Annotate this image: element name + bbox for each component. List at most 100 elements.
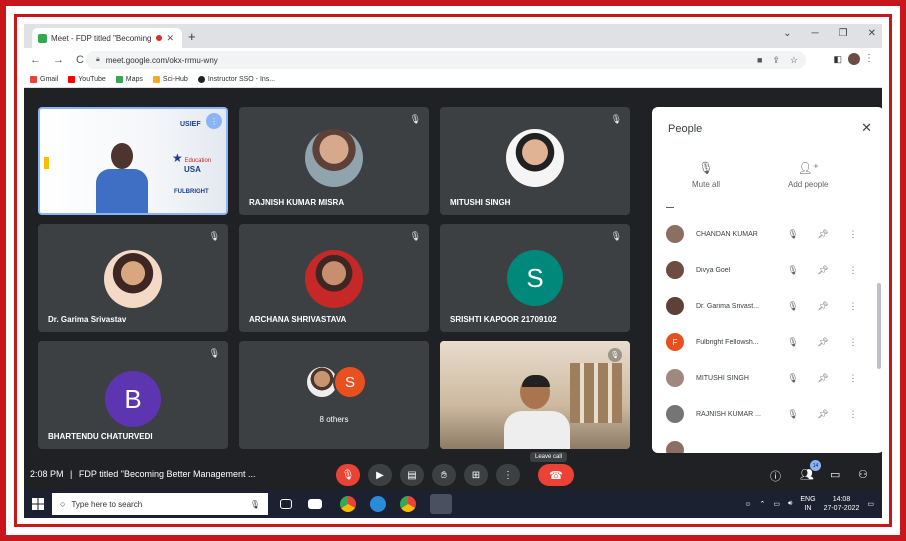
reload-icon[interactable]: C (76, 54, 84, 66)
tab-close-icon[interactable]: ✕ (167, 33, 175, 44)
more-options-button[interactable]: ⋮ (496, 464, 520, 486)
pin-icon[interactable]: 📌︎ (808, 229, 838, 240)
mic-off-icon[interactable]: 🎙︎ (778, 337, 808, 348)
avatar-rajnish (305, 129, 363, 187)
browser-tab[interactable]: Meet - FDP titled "Becoming ✕ (32, 28, 182, 48)
mute-all-button[interactable]: 🎙︎ Mute all (692, 161, 720, 189)
mic-off-icon[interactable]: 🎙︎ (778, 409, 808, 420)
forward-icon[interactable]: → (53, 54, 64, 66)
system-tray: ☺ ⌃ ▭ 🔊︎ ENG IN 14:08 27-07-2022 ▭ (744, 495, 874, 513)
more-options-icon[interactable]: ⋮ (838, 373, 868, 384)
camera-icon[interactable]: ■ (757, 55, 762, 66)
network-icon[interactable]: ▭ (773, 500, 780, 508)
tile-presenter[interactable]: USIEF ★ Education USA FULBRIGHT ⋮ (38, 107, 228, 215)
tab-search-icon[interactable]: ⌄ (783, 28, 791, 39)
star-icon[interactable]: ☆ (790, 55, 798, 66)
menu-dots-icon[interactable]: ⋮ (864, 53, 874, 64)
pin-badge-icon[interactable]: ⋮ (206, 113, 222, 129)
more-options-icon[interactable]: ⋮ (838, 409, 868, 420)
tile-archana[interactable]: 🎙︎ ARCHANA SHRIVASTAVA (239, 224, 429, 332)
mic-toggle-button[interactable]: 🎙︎ (336, 464, 360, 486)
more-options-icon[interactable]: ⋮ (838, 337, 868, 348)
tile-video-participant[interactable]: 🎙︎ (440, 341, 630, 449)
tray-chevron-icon[interactable]: ⌃ (759, 500, 765, 508)
pin-icon[interactable]: 📌︎ (808, 337, 838, 348)
meet-favicon-icon (38, 33, 47, 43)
divider (666, 207, 674, 208)
pin-icon[interactable]: 📌︎ (808, 265, 838, 276)
tile-garima[interactable]: 🎙︎ Dr. Garima Srivastav (38, 224, 228, 332)
activities-icon[interactable]: ⚇ (858, 468, 868, 481)
captions-button[interactable]: ▤ (400, 464, 424, 486)
pin-icon[interactable]: 📌︎ (808, 373, 838, 384)
participant-row[interactable]: CHANDAN KUMAR 🎙︎ 📌︎ ⋮ (666, 219, 876, 249)
others-label: 8 others (319, 415, 349, 424)
bookmarks-bar: Gmail YouTube Maps Sci-Hub Instructor SS… (24, 72, 882, 88)
leave-call-button[interactable]: ☎︎ (538, 464, 574, 486)
volume-icon[interactable]: 🔊︎ (788, 500, 792, 508)
close-window-icon[interactable]: ✕ (868, 28, 876, 39)
back-icon[interactable]: ← (30, 54, 41, 66)
sidepanel-icon[interactable]: ◧ (833, 54, 842, 65)
participant-row[interactable]: MITUSHI SINGH 🎙︎ 📌︎ ⋮ (666, 363, 876, 393)
add-people-button[interactable]: 👤︎⁺ Add people (788, 161, 828, 189)
notification-icon[interactable]: ▭ (867, 500, 874, 508)
windows-start-icon[interactable] (32, 498, 44, 510)
address-bar[interactable]: 🔒︎ meet.google.com/okx-rrmu-wny ■ ⇪ ☆ (86, 51, 806, 69)
chat-icon[interactable]: ▭ (830, 468, 840, 481)
pin-icon[interactable]: 📌︎ (808, 301, 838, 312)
participant-row[interactable]: F Fulbright Fellowsh... 🎙︎ 📌︎ ⋮ (666, 327, 876, 357)
present-button[interactable]: ⊞ (464, 464, 488, 486)
more-options-icon[interactable]: ⋮ (838, 265, 868, 276)
bookmark-instructor-sso[interactable]: Instructor SSO - Ins... (197, 76, 275, 83)
raise-hand-button[interactable]: ✋︎ (432, 464, 456, 486)
participant-row[interactable]: Divya Goel 🎙︎ 📌︎ ⋮ (666, 255, 876, 285)
more-options-icon[interactable]: ⋮ (838, 301, 868, 312)
mic-off-icon[interactable]: 🎙︎ (778, 373, 808, 384)
restore-icon[interactable]: ❐ (839, 28, 848, 39)
pin-icon[interactable]: 📌︎ (808, 409, 838, 420)
tile-others[interactable]: S 8 others (239, 341, 429, 449)
minimize-icon[interactable]: ─ (812, 28, 819, 39)
mic-off-icon: 🎙︎ (409, 114, 421, 124)
bookmark-gmail[interactable]: Gmail (30, 76, 58, 83)
bookmark-scihub[interactable]: Sci-Hub (152, 76, 188, 83)
participant-row-partial[interactable] (666, 435, 876, 453)
mic-off-icon[interactable]: 🎙︎ (778, 301, 808, 312)
taskbar-search[interactable]: ○ Type here to search 🎙︎ (52, 493, 268, 515)
speaking-indicator (44, 157, 49, 169)
meeting-title: FDP titled "Becoming Better Management .… (78, 469, 256, 479)
task-view-icon[interactable] (280, 499, 292, 509)
others-avatar-letter: S (333, 365, 367, 399)
mail-icon[interactable] (308, 499, 322, 509)
bookmark-youtube[interactable]: YouTube (68, 76, 106, 83)
chrome-icon[interactable] (400, 496, 416, 512)
close-icon[interactable]: ✕ (861, 120, 872, 136)
new-tab-button[interactable]: + (188, 29, 196, 44)
info-icon[interactable]: ⓘ (770, 468, 781, 484)
language-indicator[interactable]: ENG IN (800, 495, 815, 513)
participant-name: RAJNISH KUMAR ... (696, 410, 761, 418)
mic-off-icon[interactable]: 🎙︎ (778, 265, 808, 276)
participant-row[interactable]: Dr. Garima Srivast... 🎙︎ 📌︎ ⋮ (666, 291, 876, 321)
panel-scrollbar[interactable] (877, 283, 881, 369)
tile-mitushi[interactable]: 🎙︎ MITUSHI SINGH (440, 107, 630, 215)
bookmark-maps[interactable]: Maps (115, 76, 143, 83)
more-options-icon[interactable]: ⋮ (838, 229, 868, 240)
edge-icon[interactable] (370, 496, 386, 512)
microphone-icon[interactable]: 🎙︎ (250, 500, 260, 509)
mic-off-icon[interactable]: 🎙︎ (778, 229, 808, 240)
participant-row[interactable]: RAJNISH KUMAR ... 🎙︎ 📌︎ ⋮ (666, 399, 876, 429)
share-icon[interactable]: ⇪ (772, 55, 780, 66)
tile-bhartendu[interactable]: 🎙︎ B BHARTENDU CHATURVEDI (38, 341, 228, 449)
profile-avatar[interactable] (848, 53, 860, 65)
tile-srishti[interactable]: 🎙︎ S SRISHTI KAPOOR 21709102 (440, 224, 630, 332)
chrome-green-icon[interactable] (340, 496, 356, 512)
active-app-icon[interactable] (430, 494, 452, 514)
clock[interactable]: 14:08 27-07-2022 (824, 495, 860, 513)
add-person-icon: 👤︎⁺ (797, 161, 820, 175)
camera-toggle-button[interactable]: ▶ (368, 464, 392, 486)
user-icon[interactable]: ☺ (744, 501, 751, 508)
windows-taskbar: ○ Type here to search 🎙︎ ☺ ⌃ ▭ 🔊︎ ENG IN … (24, 490, 882, 518)
tile-rajnish[interactable]: 🎙︎ RAJNISH KUMAR MISRA (239, 107, 429, 215)
